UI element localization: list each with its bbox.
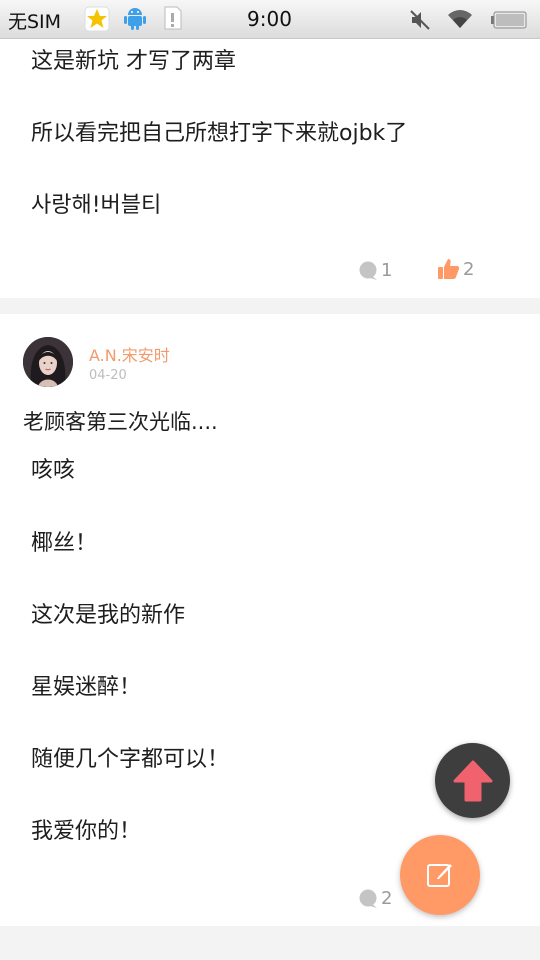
comment-button[interactable]: 2	[358, 888, 392, 909]
author-name[interactable]: A.N.宋安时	[89, 342, 170, 366]
post-card[interactable]: 这是新坑 才写了两章 所以看完把自己所想打字下来就ojbk了 사랑해!버블티 1…	[0, 39, 540, 298]
wifi-icon	[446, 8, 474, 34]
post-paragraph: 我爱你的！	[31, 819, 142, 844]
star-app-icon	[84, 6, 110, 32]
post-paragraph: 사랑해!버블티	[31, 193, 162, 218]
post-paragraph: 咳咳	[31, 458, 76, 483]
comment-icon	[359, 889, 377, 908]
carrier-label: 无SIM	[8, 11, 62, 33]
like-button[interactable]: 2	[438, 258, 474, 280]
post-date: 04-20	[89, 368, 127, 383]
post-paragraph: 所以看完把自己所想打字下来就ojbk了	[31, 121, 408, 146]
comment-icon	[359, 261, 377, 280]
like-count: 2	[463, 258, 475, 280]
post-paragraph: 星娱迷醉！	[31, 675, 142, 700]
compose-button[interactable]	[400, 835, 480, 915]
arrow-up-icon	[453, 760, 492, 801]
post-paragraph: 椰丝！	[31, 531, 98, 556]
thumbs-up-icon	[438, 259, 460, 279]
status-bar: 无SIM 9:00	[0, 0, 540, 39]
post-paragraph: 随便几个字都可以！	[31, 747, 230, 772]
mute-icon	[408, 8, 432, 36]
battery-icon	[491, 11, 527, 33]
edit-icon	[427, 864, 452, 887]
comment-button[interactable]: 1	[358, 260, 392, 281]
comment-count: 2	[381, 888, 393, 909]
sd-card-icon	[164, 6, 188, 30]
post-paragraph: 这次是我的新作	[31, 603, 186, 628]
comment-count: 1	[381, 260, 393, 281]
android-icon	[124, 6, 148, 30]
post-paragraph: 这是新坑 才写了两章	[31, 49, 236, 74]
status-time: 9:00	[247, 7, 292, 31]
avatar[interactable]	[23, 337, 73, 387]
post-card[interactable]: A.N.宋安时 04-20 老顾客第三次光临.... 咳咳 椰丝！ 这次是我的新…	[0, 314, 540, 926]
post-title: 老顾客第三次光临....	[23, 410, 218, 434]
back-to-top-button[interactable]	[435, 743, 510, 818]
